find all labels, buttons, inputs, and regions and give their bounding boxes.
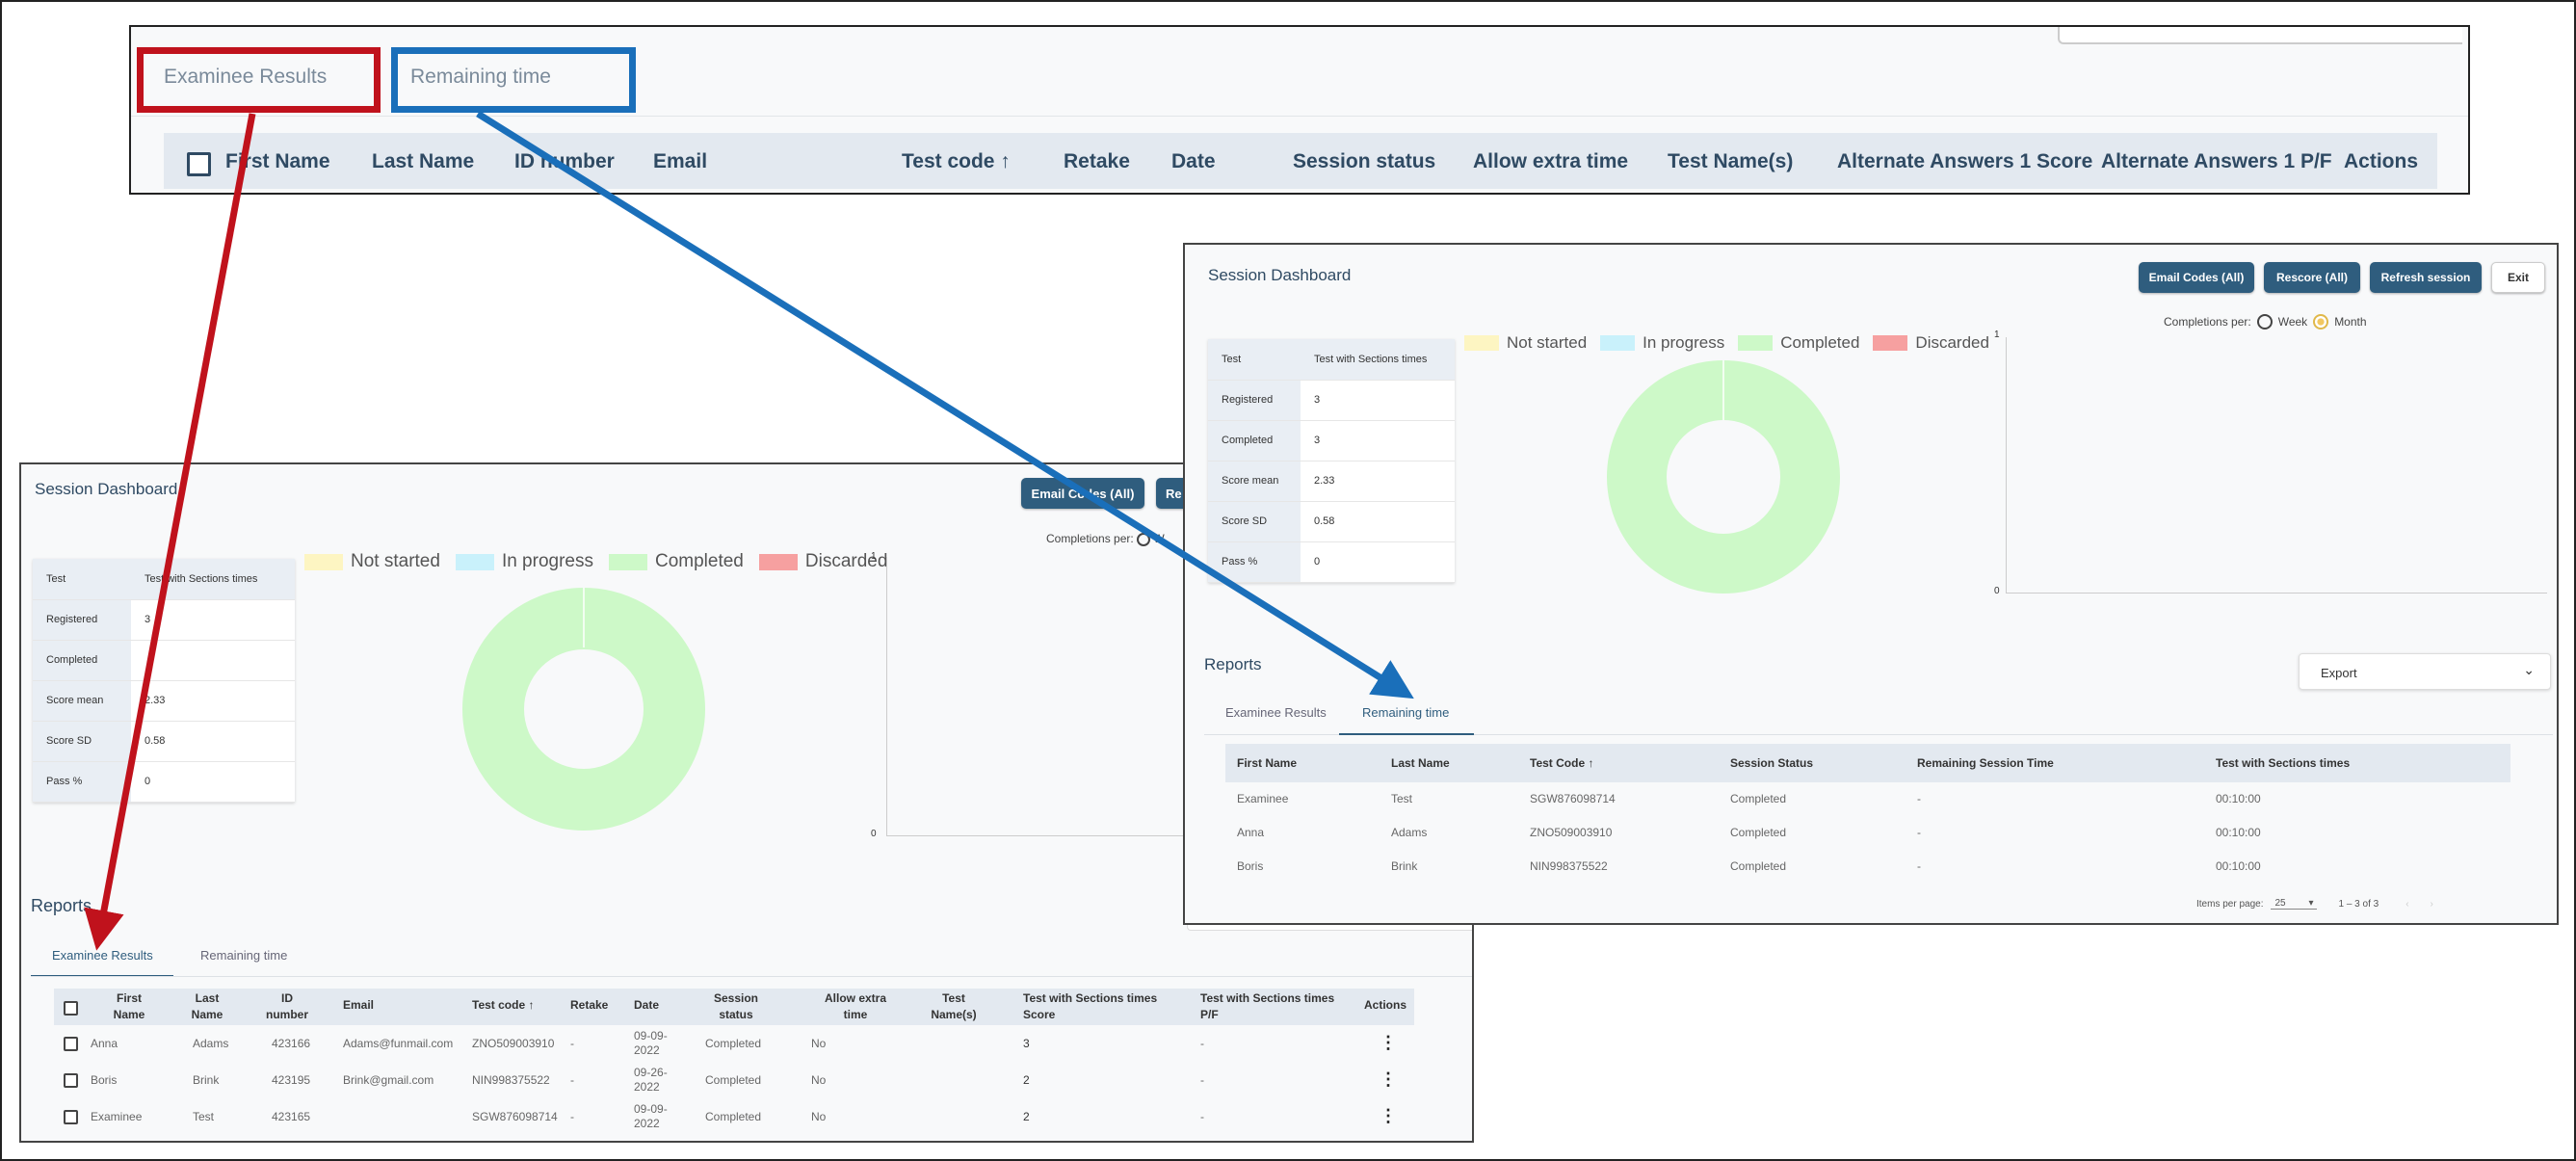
blue-arrow	[476, 111, 1414, 699]
annotation-arrows	[84, 111, 1414, 951]
red-arrow	[84, 113, 256, 951]
